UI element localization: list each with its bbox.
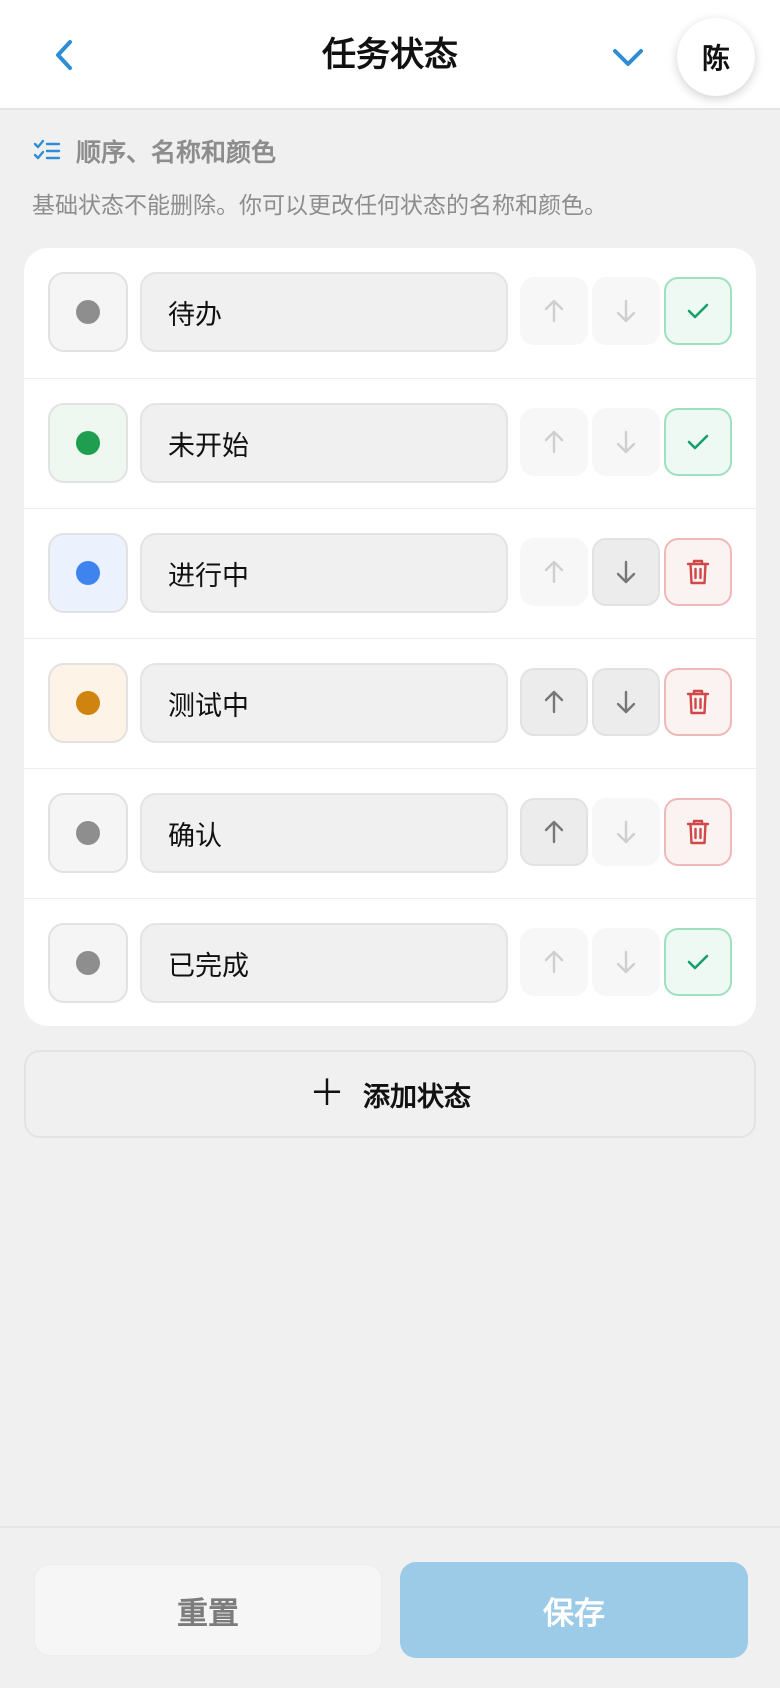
color-dot: [76, 821, 100, 845]
color-picker-button[interactable]: [48, 403, 128, 483]
trash-icon: [686, 559, 710, 585]
status-row: [24, 508, 756, 638]
color-picker-button[interactable]: [48, 533, 128, 613]
chevron-down-icon: [613, 49, 643, 66]
plus-icon: ＋: [308, 1073, 345, 1114]
status-name-input[interactable]: [140, 663, 508, 743]
arrow-down-icon: [616, 950, 636, 974]
checklist-icon: [33, 139, 61, 160]
move-up-button[interactable]: [520, 538, 588, 606]
color-dot: [76, 431, 100, 455]
section-description: 基础状态不能删除。你可以更改任何状态的名称和颜色。: [32, 193, 607, 219]
arrow-up-icon: [544, 690, 564, 714]
dropdown-button[interactable]: [603, 32, 653, 82]
move-up-button[interactable]: [520, 928, 588, 996]
color-picker-button[interactable]: [48, 272, 128, 352]
check-icon: [687, 303, 709, 319]
status-name-input[interactable]: [140, 533, 508, 613]
delete-status-button[interactable]: [664, 798, 732, 866]
move-down-button[interactable]: [592, 668, 660, 736]
add-status-button[interactable]: ＋ 添加状态: [24, 1050, 756, 1138]
status-name-input[interactable]: [140, 793, 508, 873]
arrow-down-icon: [616, 560, 636, 584]
color-picker-button[interactable]: [48, 663, 128, 743]
delete-status-button[interactable]: [664, 668, 732, 736]
status-row: [24, 768, 756, 898]
check-icon: [687, 954, 709, 970]
move-up-button[interactable]: [520, 798, 588, 866]
move-down-button[interactable]: [592, 798, 660, 866]
color-picker-button[interactable]: [48, 923, 128, 1003]
arrow-down-icon: [616, 820, 636, 844]
status-row: [24, 898, 756, 1026]
color-picker-button[interactable]: [48, 793, 128, 873]
page-title: 任务状态: [322, 35, 458, 75]
arrow-down-icon: [616, 430, 636, 454]
confirm-status-button[interactable]: [664, 408, 732, 476]
arrow-up-icon: [544, 560, 564, 584]
status-name-input[interactable]: [140, 403, 508, 483]
section-heading: 顺序、名称和颜色: [32, 130, 276, 172]
arrow-up-icon: [544, 430, 564, 454]
arrow-up-icon: [544, 820, 564, 844]
arrow-up-icon: [544, 950, 564, 974]
move-up-button[interactable]: [520, 277, 588, 345]
status-name-input[interactable]: [140, 923, 508, 1003]
footer-bar: 重置 保存: [0, 1526, 780, 1688]
section-heading-text: 顺序、名称和颜色: [76, 138, 277, 167]
arrow-down-icon: [616, 299, 636, 323]
color-dot: [76, 951, 100, 975]
status-row: [24, 378, 756, 508]
delete-status-button[interactable]: [664, 538, 732, 606]
add-status-label: 添加状态: [363, 1081, 471, 1113]
save-button[interactable]: 保存: [400, 1562, 748, 1658]
move-down-button[interactable]: [592, 277, 660, 345]
confirm-status-button[interactable]: [664, 277, 732, 345]
color-dot: [76, 561, 100, 585]
avatar[interactable]: 陈: [677, 18, 755, 96]
move-up-button[interactable]: [520, 408, 588, 476]
trash-icon: [686, 689, 710, 715]
move-down-button[interactable]: [592, 408, 660, 476]
move-down-button[interactable]: [592, 928, 660, 996]
move-down-button[interactable]: [592, 538, 660, 606]
color-dot: [76, 691, 100, 715]
app-header: 任务状态 陈: [0, 0, 780, 110]
status-row: [24, 638, 756, 768]
color-dot: [76, 300, 100, 324]
status-name-input[interactable]: [140, 272, 508, 352]
arrow-down-icon: [616, 690, 636, 714]
move-up-button[interactable]: [520, 668, 588, 736]
trash-icon: [686, 819, 710, 845]
status-list: [24, 248, 756, 1026]
check-icon: [687, 434, 709, 450]
arrow-up-icon: [544, 299, 564, 323]
status-row: [24, 248, 756, 378]
reset-button[interactable]: 重置: [34, 1564, 382, 1656]
confirm-status-button[interactable]: [664, 928, 732, 996]
